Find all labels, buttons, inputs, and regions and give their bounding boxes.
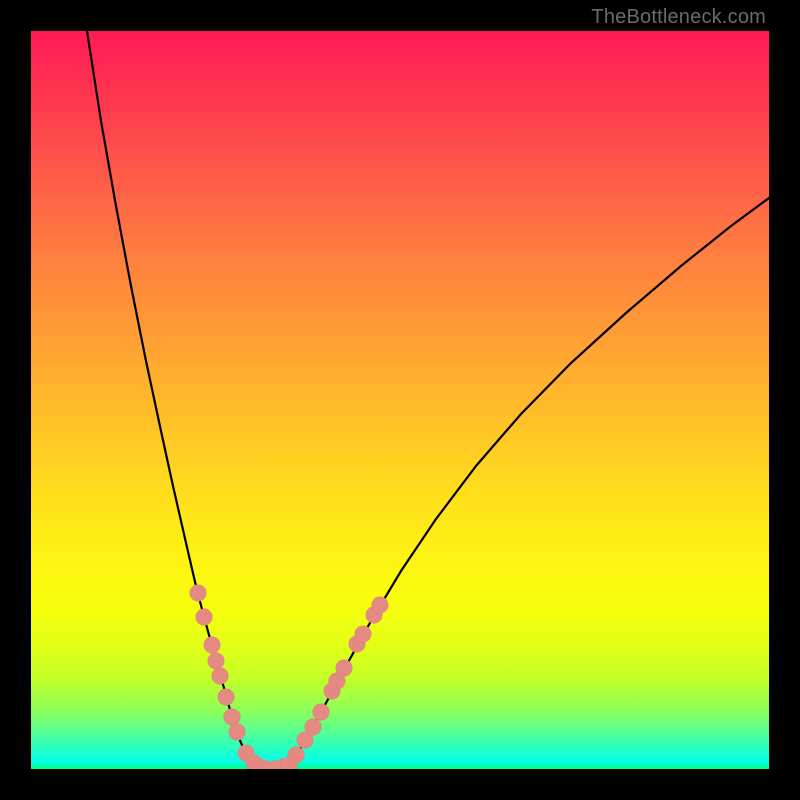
data-dot: [229, 724, 246, 741]
data-dot: [218, 689, 235, 706]
watermark-text: TheBottleneck.com: [591, 6, 766, 29]
data-dot: [224, 709, 241, 726]
data-dot: [204, 637, 221, 654]
data-dot: [336, 660, 353, 677]
data-dots: [190, 585, 389, 770]
data-dot: [305, 719, 322, 736]
bottleneck-curve: [87, 31, 769, 769]
data-dot: [372, 597, 389, 614]
data-dot: [208, 653, 225, 670]
data-dot: [288, 747, 305, 764]
data-dot: [190, 585, 207, 602]
data-dot: [313, 704, 330, 721]
data-dot: [355, 626, 372, 643]
chart-frame: TheBottleneck.com: [0, 0, 800, 800]
data-dot: [196, 609, 213, 626]
data-dot: [212, 668, 229, 685]
curve-svg: [31, 31, 769, 769]
plot-area: [31, 31, 769, 769]
